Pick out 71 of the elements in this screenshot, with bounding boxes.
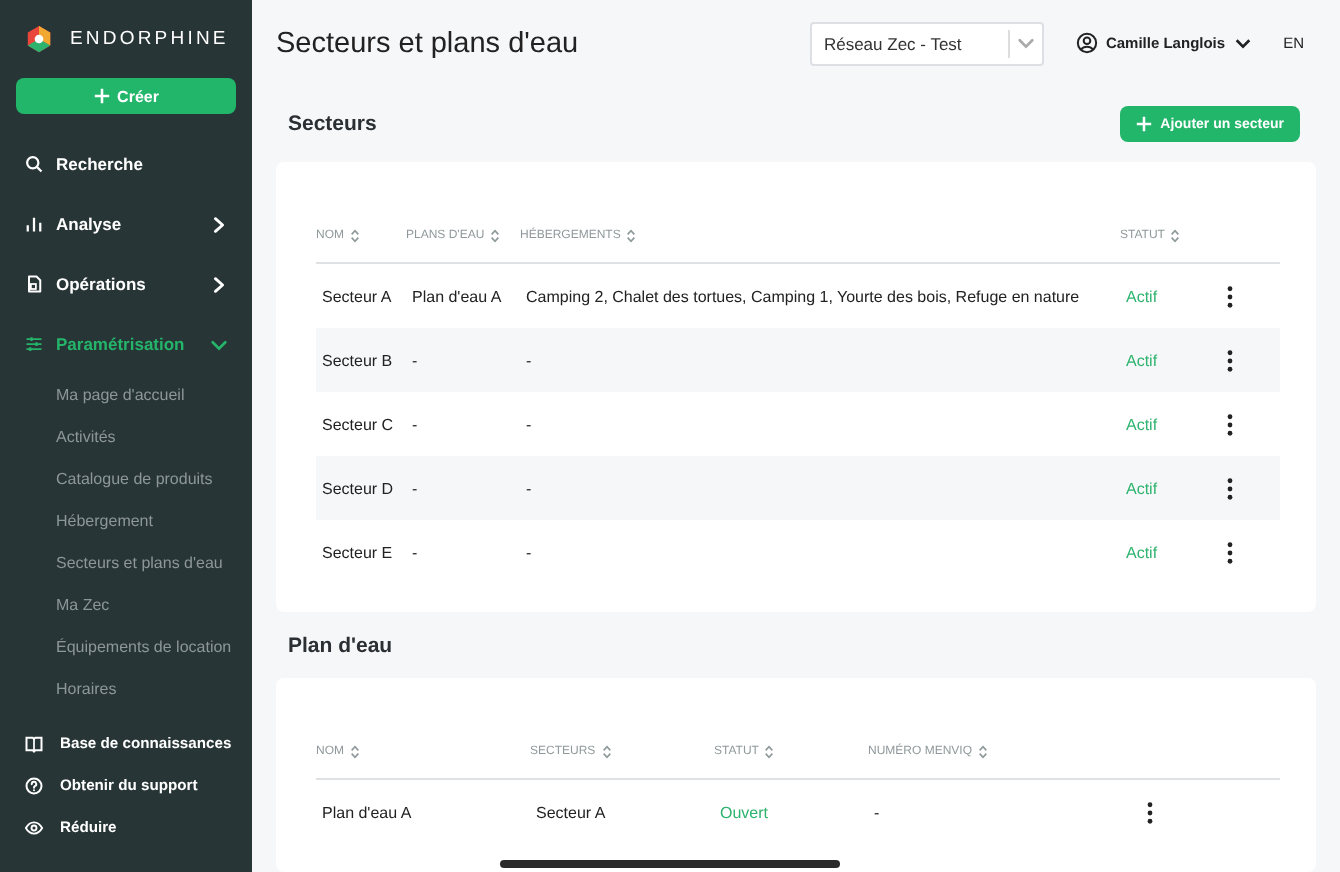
table-cell-text: - [410, 413, 420, 438]
plus-icon [1136, 116, 1153, 133]
book-icon [24, 733, 44, 753]
nav-subitem[interactable]: Hébergement [16, 500, 236, 542]
help-icon [24, 775, 44, 795]
nav-subitem[interactable]: Secteurs et plans d'eau [16, 542, 236, 584]
sort-icon [626, 228, 637, 245]
status-text: Actif [1124, 413, 1160, 438]
more-options-icon[interactable] [1226, 349, 1234, 372]
eye-icon [24, 817, 44, 837]
status-text: Actif [1124, 541, 1160, 566]
nav-item[interactable]: Paramétrisation [16, 314, 236, 374]
network-select[interactable]: Réseau Zec - Test [809, 21, 1044, 66]
section-title: Plan d'eau [288, 633, 393, 658]
sort-icon [764, 744, 775, 760]
document-icon [24, 274, 44, 294]
chevron-down-icon [1233, 34, 1252, 53]
sort-icon [1170, 228, 1181, 245]
status-text: Ouvert [718, 801, 771, 825]
chevron-down-icon [210, 335, 228, 353]
more-options-icon[interactable] [1146, 801, 1154, 823]
nav-subitem[interactable]: Catalogue de produits [16, 458, 236, 500]
more-options-icon[interactable] [1226, 413, 1234, 436]
table-cell-text: - [524, 541, 534, 566]
sort-icon [978, 744, 989, 760]
chevron-right-icon [210, 275, 228, 293]
nav-item[interactable]: Analyse [16, 194, 236, 254]
table-cell: Secteur B [316, 328, 406, 393]
bar-chart-icon [24, 214, 44, 234]
create-button[interactable]: Créer [16, 78, 236, 114]
nav-subitem[interactable]: Équipements de location [16, 626, 236, 668]
table-cell-text: - [872, 801, 882, 825]
more-options-icon[interactable] [1226, 477, 1234, 500]
plus-icon [93, 88, 110, 104]
nav-subitem[interactable]: Ma page d'accueil [16, 374, 236, 416]
table-cell-text: - [524, 413, 534, 438]
sort-icon [601, 744, 612, 760]
chevron-right-icon [210, 215, 228, 233]
sort-icon [350, 228, 360, 245]
status-text: Actif [1120, 456, 1220, 521]
nav-subitem[interactable]: Activités [16, 416, 236, 458]
nav-item[interactable]: Opérations [16, 254, 236, 314]
status-text: Actif [1120, 328, 1220, 393]
table-cell-text: Camping 2, Chalet des tortues, Camping 1, Yourte des bois, Refuge en nature [524, 285, 1082, 310]
status-text: Actif [1124, 285, 1160, 310]
user-icon [1075, 32, 1098, 55]
nav-subitem[interactable]: Ma Zec [16, 584, 236, 626]
table-cell-text: Secteur A [534, 801, 608, 825]
table-cell-text: Plan d'eau A [410, 285, 504, 310]
sort-icon [350, 744, 360, 760]
table-cell-text: Plan d'eau A [320, 801, 414, 825]
more-options-icon[interactable] [1226, 285, 1234, 308]
search-icon [24, 154, 44, 174]
nav-item[interactable]: Recherche [16, 134, 236, 194]
table-cell: - [520, 456, 1120, 521]
more-options-icon[interactable] [1226, 541, 1234, 564]
sliders-icon [24, 334, 44, 354]
section-title: Secteurs [288, 112, 377, 137]
nav-subitem[interactable]: Horaires [16, 668, 236, 710]
logo-icon [24, 23, 54, 53]
table-cell-text: Secteur A [320, 285, 394, 310]
brand-name: ENDORPHINE [70, 27, 229, 49]
table-cell: Secteur D [316, 456, 406, 521]
table-cell-text: - [410, 541, 420, 566]
table-cell: - [406, 328, 520, 393]
table-cell: - [520, 328, 1120, 393]
table-cell: - [406, 456, 520, 521]
table-cell-text: Secteur C [320, 413, 396, 438]
page-title: Secteurs et plans d'eau [276, 27, 581, 60]
table-cell-text: Secteur E [320, 541, 395, 566]
sort-icon [490, 228, 501, 245]
